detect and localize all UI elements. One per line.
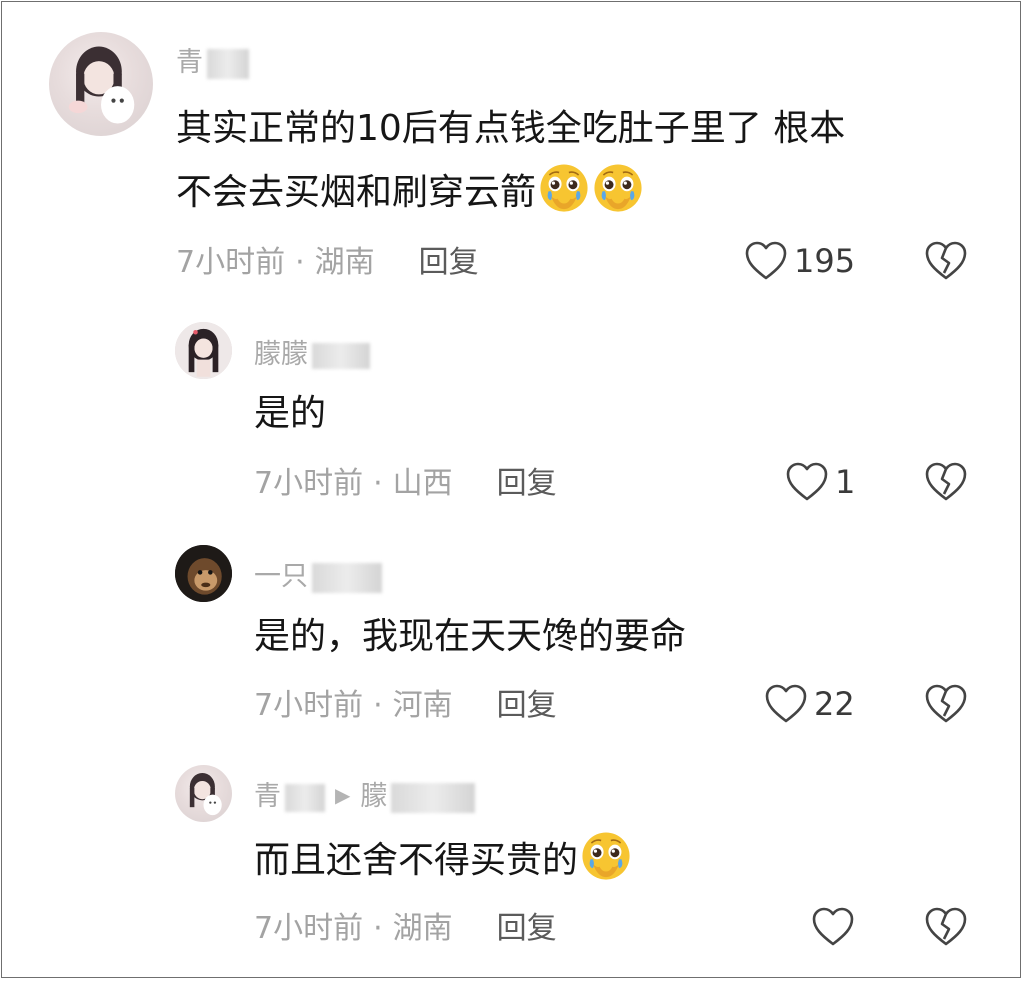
comment-time: 7小时前: [254, 688, 364, 723]
heart-outline-icon: [812, 907, 854, 946]
comment-meta: 7小时前 · 河南 回复: [254, 686, 557, 726]
broken-heart-icon: [925, 241, 967, 280]
comment-text: 是的: [254, 393, 327, 434]
reply-button[interactable]: 回复: [419, 245, 479, 280]
comment-time: 7小时前: [254, 466, 364, 501]
comment-location: 山西: [392, 466, 453, 501]
dislike-button[interactable]: [924, 461, 968, 503]
dislike-button[interactable]: [924, 906, 968, 948]
broken-heart-icon: [925, 462, 967, 501]
author-name[interactable]: 青: [254, 781, 281, 812]
redaction-mosaic: [312, 342, 370, 369]
comment-meta: 7小时前 · 山西 回复: [254, 464, 557, 504]
comment-location: 河南: [392, 688, 453, 723]
comment-meta: 7小时前 · 湖南 回复: [176, 243, 479, 283]
broken-heart-icon: [925, 684, 967, 723]
like-count: 1: [835, 463, 856, 501]
avatar-image-icon: [175, 545, 232, 602]
like-button[interactable]: 195: [744, 240, 855, 282]
avatar[interactable]: [175, 322, 232, 379]
redaction-mosaic: [207, 48, 249, 79]
dislike-button[interactable]: [924, 240, 968, 282]
heart-outline-icon: [786, 462, 828, 501]
like-count: 22: [814, 685, 855, 723]
reply-to-name[interactable]: 朦: [360, 781, 387, 812]
comment-text: 而且还舍不得买贵的: [254, 830, 632, 888]
like-button[interactable]: [811, 906, 855, 948]
pleading-crying-face-icon: [540, 164, 588, 212]
redaction-mosaic: [312, 562, 382, 593]
separator-dot: ·: [373, 466, 383, 501]
reply-button[interactable]: 回复: [497, 466, 557, 501]
heart-outline-icon: [765, 684, 807, 723]
comment-thread: 青 其实正常的10后有点钱全吃肚子里了 根本 不会去买烟和刷穿云箭 7小时前 · 湖…: [1, 1, 1021, 978]
broken-heart-icon: [925, 907, 967, 946]
avatar[interactable]: [49, 32, 153, 136]
pleading-crying-face-icon: [594, 164, 642, 212]
comment-text: 其实正常的10后有点钱全吃肚子里了 根本: [176, 102, 845, 156]
comment-time: 7小时前: [176, 245, 286, 280]
avatar-image-icon: [175, 322, 232, 379]
separator-dot: ·: [373, 688, 383, 723]
comment-text: 是的，我现在天天馋的要命: [254, 616, 687, 657]
avatar-image-icon: [68, 46, 135, 124]
comment-text-line: 而且还舍不得买贵的: [254, 840, 579, 881]
dislike-button[interactable]: [924, 683, 968, 725]
comment-meta: 7小时前 · 湖南 回复: [254, 909, 557, 949]
author-name[interactable]: 朦朦: [254, 339, 308, 370]
redaction-mosaic: [391, 782, 476, 813]
separator-dot: ·: [295, 245, 305, 280]
reply-arrow-icon: ▶: [335, 783, 351, 807]
comment-time: 7小时前: [254, 911, 364, 946]
author-name[interactable]: 青: [176, 47, 203, 78]
comment-text-line: 其实正常的10后有点钱全吃肚子里了 根本: [176, 108, 846, 149]
pleading-crying-face-icon: [582, 832, 630, 880]
author-name[interactable]: 一只: [254, 561, 308, 592]
like-button[interactable]: 22: [764, 683, 855, 725]
comment-text-line: 不会去买烟和刷穿云箭: [176, 172, 537, 213]
avatar[interactable]: [175, 765, 232, 822]
heart-outline-icon: [745, 241, 787, 280]
comment-location: 湖南: [314, 245, 375, 280]
reply-button[interactable]: 回复: [497, 911, 557, 946]
reply-button[interactable]: 回复: [497, 688, 557, 723]
like-button[interactable]: 1: [785, 461, 855, 503]
avatar[interactable]: [175, 545, 232, 602]
separator-dot: ·: [373, 911, 383, 946]
comment-text: 不会去买烟和刷穿云箭: [176, 162, 644, 220]
redaction-mosaic: [285, 783, 325, 812]
like-count: 195: [794, 242, 856, 280]
avatar-image-icon: [189, 772, 222, 816]
comment-location: 湖南: [392, 911, 453, 946]
